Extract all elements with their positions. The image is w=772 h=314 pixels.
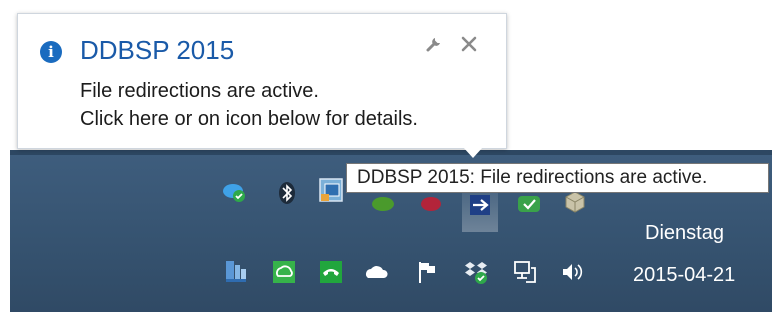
tray-tooltip: DDBSP 2015: File redirections are active… [346, 163, 769, 193]
onedrive-icon[interactable] [364, 259, 390, 285]
dropbox-icon[interactable] [463, 259, 489, 285]
balloon-title: DDBSP 2015 [80, 35, 235, 65]
volume-icon[interactable] [560, 259, 586, 285]
green-app-icon[interactable] [370, 190, 396, 216]
network-icon[interactable] [512, 259, 538, 285]
bluetooth-icon[interactable] [274, 180, 300, 206]
cloud-sync-icon[interactable] [271, 259, 297, 285]
balloon-pointer [463, 147, 483, 158]
ddbsp-icon[interactable] [467, 192, 493, 218]
action-center-flag-icon[interactable] [414, 259, 440, 285]
red-app-icon[interactable] [418, 190, 444, 216]
phone-icon[interactable] [318, 259, 344, 285]
info-icon: i [40, 41, 62, 63]
book-app-icon[interactable] [223, 259, 249, 285]
balloon-message-line1: File redirections are active. [80, 80, 319, 102]
clock-date[interactable]: 2015-04-21 [633, 264, 735, 287]
shield-check-icon[interactable] [516, 190, 542, 216]
onedrive-sync-icon[interactable] [221, 178, 247, 204]
screenshot-tool-icon[interactable] [318, 177, 344, 203]
close-icon[interactable] [460, 35, 478, 53]
balloon-message-line2[interactable]: Click here or on icon below for details. [80, 108, 418, 131]
clock-day[interactable]: Dienstag [645, 222, 724, 245]
wrench-icon[interactable] [425, 35, 443, 53]
